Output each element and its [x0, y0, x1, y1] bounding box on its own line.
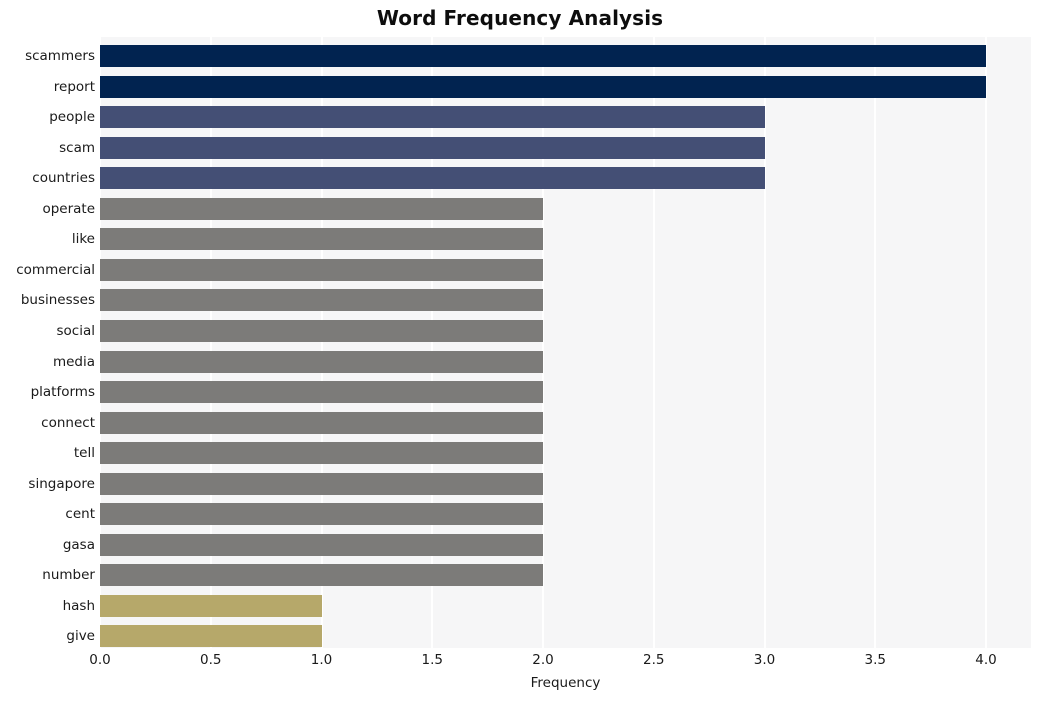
x-axis-tick-labels: 0.0 0.5 1.0 1.5 2.0 2.5 3.0 3.5 4.0	[0, 652, 1040, 672]
bar[interactable]	[100, 472, 543, 495]
chart-title: Word Frequency Analysis	[376, 6, 664, 30]
bar[interactable]	[100, 45, 986, 67]
x-axis-line	[100, 648, 1031, 649]
x-tick-label: 2.0	[532, 652, 554, 668]
plot-area	[99, 37, 1031, 648]
y-tick-label: like	[71, 231, 95, 248]
bar[interactable]	[100, 625, 322, 648]
bars-layer	[100, 37, 1031, 648]
y-tick-label: gasa	[62, 536, 95, 553]
bar[interactable]	[100, 75, 986, 98]
y-tick-label: platforms	[30, 384, 95, 401]
y-tick-label: singapore	[28, 475, 95, 492]
bar[interactable]	[100, 167, 765, 190]
y-tick-label: report	[53, 78, 95, 95]
bar[interactable]	[100, 106, 765, 129]
x-tick-label: 4.0	[975, 652, 997, 668]
y-tick-label: people	[49, 109, 95, 126]
y-tick-label: give	[66, 628, 95, 645]
x-tick-label: 2.5	[643, 652, 665, 668]
bar[interactable]	[100, 319, 543, 342]
bar[interactable]	[100, 289, 543, 312]
x-axis-title: Frequency	[530, 675, 601, 691]
bar[interactable]	[100, 533, 543, 556]
y-tick-label: media	[52, 353, 95, 370]
bar[interactable]	[100, 228, 543, 251]
y-tick-label: scammers	[25, 48, 95, 64]
bar[interactable]	[100, 411, 543, 434]
bar[interactable]	[100, 350, 543, 373]
bar[interactable]	[100, 258, 543, 281]
y-tick-label: hash	[62, 597, 95, 614]
y-tick-label: operate	[42, 200, 95, 217]
word-frequency-chart-figure: Word Frequency Analysis scammers report pe…	[0, 0, 1040, 701]
y-tick-label: cent	[65, 506, 95, 523]
x-tick-label: 0.5	[200, 652, 222, 668]
bar[interactable]	[100, 594, 322, 617]
x-tick-label: 1.0	[310, 652, 333, 668]
y-tick-label: tell	[73, 445, 95, 462]
y-tick-label: number	[42, 567, 95, 584]
y-tick-label: scam	[59, 139, 95, 156]
bar[interactable]	[100, 442, 543, 465]
bar[interactable]	[100, 381, 543, 404]
x-tick-label: 1.5	[421, 652, 443, 668]
x-tick-label: 3.5	[864, 652, 886, 668]
x-tick-label: 3.0	[753, 652, 776, 668]
y-tick-label: social	[56, 322, 96, 339]
bar[interactable]	[100, 136, 765, 159]
y-tick-label: connect	[41, 414, 95, 431]
x-tick-label: 0.0	[89, 652, 111, 668]
y-axis-tick-labels: scammers report people scam countries operate…	[0, 37, 95, 648]
y-tick-label: commercial	[16, 261, 95, 278]
y-tick-label: businesses	[20, 292, 95, 309]
bar[interactable]	[100, 564, 543, 587]
y-tick-label: countries	[32, 170, 95, 187]
bar[interactable]	[100, 197, 543, 220]
bar[interactable]	[100, 503, 543, 526]
